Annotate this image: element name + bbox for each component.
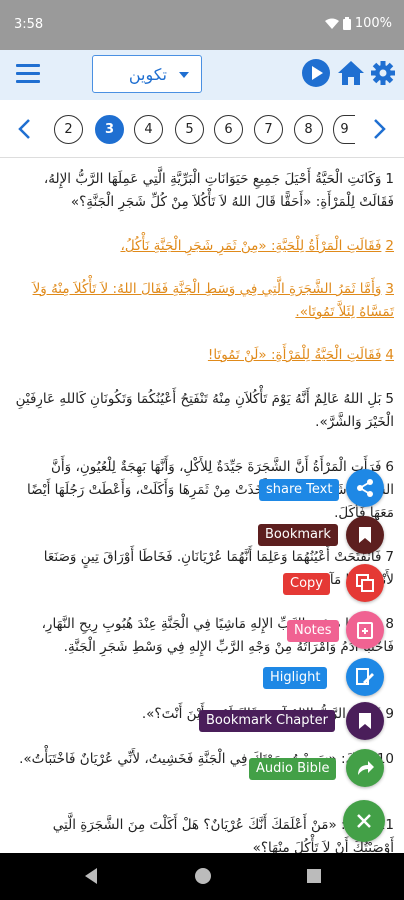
home-circle-icon[interactable]	[193, 866, 213, 886]
chevron-left-icon[interactable]	[16, 118, 34, 140]
bookmark-icon	[359, 527, 371, 543]
chapter-bar: 2 3 4 5 6 7 8 9	[0, 100, 404, 158]
chapter-3[interactable]: 3	[95, 115, 124, 144]
battery-icon	[342, 17, 351, 30]
bookmark-icon	[359, 713, 371, 729]
share-icon	[357, 479, 373, 497]
chapter-4[interactable]: 4	[134, 115, 163, 144]
status-time: 3:58	[14, 17, 44, 32]
status-bar: 3:58 100%	[0, 0, 404, 50]
verse-1[interactable]: 1وَكَانَتِ الْحَيَّةُ أَحْيَلَ جَمِيعِ ح…	[10, 168, 394, 214]
verse-7[interactable]: 7فَانْفَتَحَتْ أَعْيُنُهُمَا وَعَلِمَا أ…	[10, 546, 394, 592]
audio-bible-button[interactable]	[346, 749, 384, 787]
copy-button[interactable]	[346, 564, 384, 602]
bookmark-chapter-button[interactable]	[346, 702, 384, 740]
chapter-5[interactable]: 5	[175, 115, 204, 144]
play-icon[interactable]	[301, 58, 331, 88]
chapter-content: 1وَكَانَتِ الْحَيَّةُ أَحْيَلَ جَمِيعِ ح…	[0, 158, 404, 853]
chevron-right-icon[interactable]	[370, 118, 388, 140]
notes-icon	[357, 622, 373, 639]
copy-icon	[356, 574, 374, 592]
app-toolbar: تكوين	[0, 50, 404, 100]
status-icons: 100%	[324, 16, 392, 31]
verse-10[interactable]: 10فَقَالَ: «سَمِعْتُ صَوْتَكَ فِي الْجَن…	[10, 748, 394, 771]
book-selector[interactable]: تكوين	[92, 55, 202, 93]
close-icon	[357, 814, 371, 828]
back-icon[interactable]	[83, 867, 99, 885]
verse-2[interactable]: 2فَقَالَتِ الْمَرْأَةُ لِلْحَيَّةِ: «مِن…	[10, 235, 394, 258]
recents-icon[interactable]	[306, 868, 322, 884]
highlight-button[interactable]	[346, 658, 384, 696]
chapter-6[interactable]: 6	[214, 115, 243, 144]
close-menu-button[interactable]	[343, 800, 385, 842]
chapter-2[interactable]: 2	[54, 115, 83, 144]
menu-icon[interactable]	[16, 64, 40, 86]
highlight-label[interactable]: Higlight	[263, 667, 328, 689]
share-text-label[interactable]: share Text	[259, 479, 340, 501]
bookmark-button[interactable]	[346, 516, 384, 554]
share-button[interactable]	[346, 469, 384, 507]
gear-icon[interactable]	[370, 58, 396, 88]
verse-11[interactable]: 11فَقَالَ: «مَنْ أَعْلَمَكَ أَنَّكَ عُرْ…	[10, 814, 394, 853]
verse-5[interactable]: 5بَلِ اللهُ عَالِمٌ أَنَّهُ يَوْمَ تَأْك…	[10, 388, 394, 434]
forward-arrow-icon	[358, 761, 374, 775]
bookmark-label[interactable]: Bookmark	[258, 524, 338, 546]
battery-percent: 100%	[354, 16, 392, 31]
chapter-7[interactable]: 7	[254, 115, 283, 144]
system-nav-bar	[0, 853, 404, 900]
book-selector-label: تكوين	[128, 65, 167, 84]
chapter-9[interactable]: 9	[333, 115, 355, 144]
home-icon[interactable]	[336, 58, 366, 88]
bookmark-chapter-label[interactable]: Bookmark Chapter	[199, 710, 335, 732]
notes-label[interactable]: Notes	[287, 620, 339, 642]
wifi-icon	[324, 18, 339, 29]
chapter-8[interactable]: 8	[294, 115, 323, 144]
chevron-down-icon	[179, 72, 189, 78]
notes-button[interactable]	[346, 611, 384, 649]
highlight-icon	[356, 668, 374, 685]
copy-label[interactable]: Copy	[283, 573, 330, 595]
verse-4[interactable]: 4فَقَالَتِ الْحَيَّةُ لِلْمَرْأَةِ: «لَن…	[10, 344, 394, 367]
audio-bible-label[interactable]: Audio Bible	[249, 758, 337, 780]
verse-3[interactable]: 3وَأَمَّا ثَمَرُ الشَّجَرَةِ الَّتِي فِي…	[10, 278, 394, 324]
